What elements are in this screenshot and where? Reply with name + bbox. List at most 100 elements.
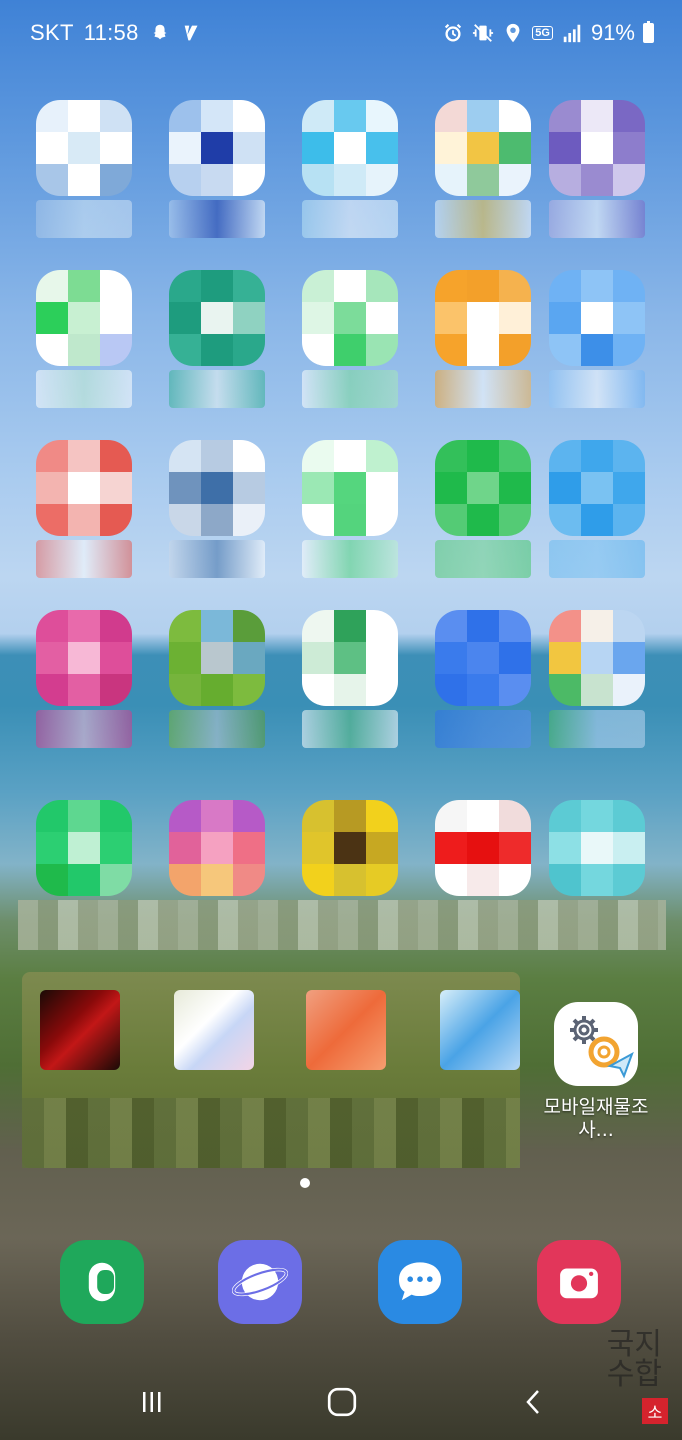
app-4-4[interactable] — [435, 610, 531, 748]
app-2-1[interactable] — [36, 270, 132, 408]
folder-app-2[interactable] — [174, 990, 254, 1070]
app-1-1[interactable] — [36, 100, 132, 238]
app-1-2[interactable] — [169, 100, 265, 238]
phone-icon — [88, 1262, 116, 1302]
app-4-5[interactable] — [549, 610, 645, 748]
app-label-blurred — [435, 370, 531, 408]
camera-icon — [560, 1268, 598, 1299]
app-label-blurred — [549, 710, 645, 748]
app-2-3[interactable] — [302, 270, 398, 408]
watermark: 국지 수합 — [606, 1327, 662, 1392]
clock: 11:58 — [83, 20, 139, 45]
app-label-blurred — [36, 710, 132, 748]
app-2-2[interactable] — [169, 270, 265, 408]
app-3-2[interactable] — [169, 440, 265, 578]
app-label-blurred — [302, 710, 398, 748]
messages-app[interactable] — [378, 1240, 462, 1324]
app-icon — [435, 610, 531, 706]
app-label-blurred — [169, 200, 265, 238]
app-label-blurred — [302, 540, 398, 578]
app-icon — [169, 100, 265, 196]
phone-app[interactable] — [60, 1240, 144, 1324]
app-icon — [36, 800, 132, 896]
messages-icon — [399, 1262, 441, 1301]
app-folder[interactable] — [22, 972, 520, 1168]
location-icon — [506, 23, 520, 43]
app-1-5[interactable] — [549, 100, 645, 238]
app-icon — [435, 100, 531, 196]
watermark-badge: 소 — [642, 1398, 668, 1424]
home-icon — [327, 1387, 357, 1417]
app-icon — [549, 800, 645, 896]
app-icon — [169, 610, 265, 706]
folder-app-3[interactable] — [306, 990, 386, 1070]
recents-icon — [143, 1392, 161, 1412]
app-icon — [302, 270, 398, 366]
app-1-4[interactable] — [435, 100, 531, 238]
page-indicator — [300, 1178, 310, 1188]
app-icon — [36, 440, 132, 536]
app-icon — [36, 100, 132, 196]
blurred-label-band — [18, 900, 666, 950]
app-5-1[interactable] — [36, 800, 132, 900]
app-label-blurred — [36, 370, 132, 408]
survey-app-label: 모바일재물조 사... — [543, 1096, 649, 1141]
app-icon — [435, 270, 531, 366]
app-icon — [549, 100, 645, 196]
app-label-blurred — [302, 200, 398, 238]
app-icon — [435, 440, 531, 536]
data-saver-icon — [184, 25, 198, 41]
mobile-survey-app-icon[interactable] — [554, 1002, 638, 1086]
app-icon — [549, 270, 645, 366]
app-icon — [36, 270, 132, 366]
app-5-5[interactable] — [549, 800, 645, 900]
gear-icon — [570, 1016, 634, 1079]
app-icon — [435, 800, 531, 896]
folder-app-4[interactable] — [440, 990, 520, 1070]
app-icon — [169, 800, 265, 896]
internet-app[interactable] — [218, 1240, 302, 1324]
carrier-label: SKT — [30, 20, 74, 45]
app-4-2[interactable] — [169, 610, 265, 748]
battery-percent: 91% — [590, 20, 635, 45]
app-4-1[interactable] — [36, 610, 132, 748]
app-5-2[interactable] — [169, 800, 265, 900]
app-icon — [549, 440, 645, 536]
app-3-4[interactable] — [435, 440, 531, 578]
app-3-3[interactable] — [302, 440, 398, 578]
folder-app-1[interactable] — [40, 990, 120, 1070]
app-5-3[interactable] — [302, 800, 398, 900]
app-4-3[interactable] — [302, 610, 398, 748]
app-icon — [302, 800, 398, 896]
app-5-4[interactable] — [435, 800, 531, 900]
internet-icon — [232, 1263, 288, 1301]
status-bar: SKT 11:58 5G 91% — [0, 0, 682, 70]
snapchat-icon — [153, 24, 167, 40]
navigation-bar — [0, 1370, 682, 1430]
app-label-blurred — [435, 200, 531, 238]
app-1-3[interactable] — [302, 100, 398, 238]
app-icon — [549, 610, 645, 706]
back-icon — [526, 1390, 539, 1414]
alarm-icon — [445, 23, 462, 42]
home-button[interactable] — [322, 1382, 362, 1422]
recents-button[interactable] — [132, 1382, 172, 1422]
app-3-1[interactable] — [36, 440, 132, 578]
app-label-blurred — [435, 710, 531, 748]
app-label-blurred — [169, 540, 265, 578]
app-2-5[interactable] — [549, 270, 645, 408]
app-label-blurred — [302, 370, 398, 408]
app-icon — [36, 610, 132, 706]
app-icon — [302, 100, 398, 196]
battery-icon — [643, 21, 654, 43]
camera-app[interactable] — [537, 1240, 621, 1324]
app-3-5[interactable] — [549, 440, 645, 578]
vibrate-icon — [473, 24, 494, 42]
back-button[interactable] — [514, 1382, 554, 1422]
app-label-blurred — [36, 540, 132, 578]
app-icon — [169, 270, 265, 366]
signal-icon — [563, 24, 581, 43]
app-2-4[interactable] — [435, 270, 531, 408]
app-label-blurred — [169, 710, 265, 748]
app-icon — [302, 610, 398, 706]
